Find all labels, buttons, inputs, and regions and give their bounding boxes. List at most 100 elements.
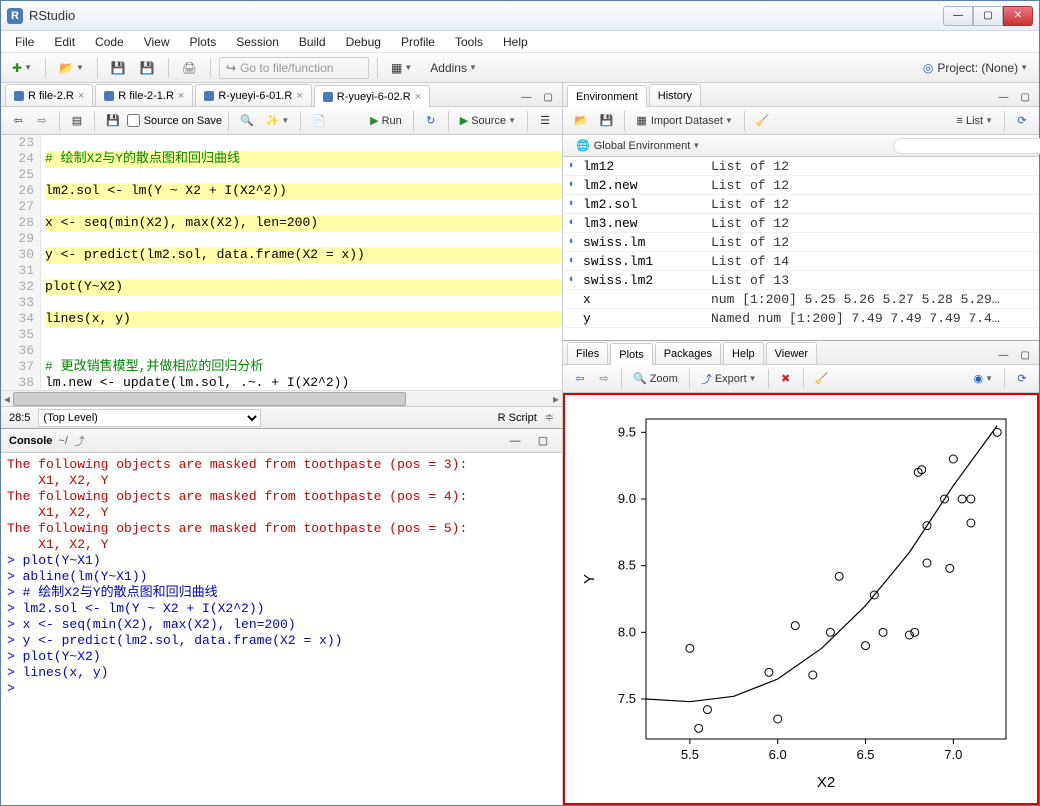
menu-build[interactable]: Build — [289, 33, 336, 51]
project-menu[interactable]: ◎ Project: (None) ▼ — [918, 57, 1033, 79]
env-row[interactable]: ◐ swiss.lm1 List of 14 — [563, 252, 1039, 271]
close-button[interactable]: ✕ — [1003, 6, 1033, 26]
new-file-button[interactable]: ✚▼ — [7, 57, 37, 79]
save-workspace-button[interactable]: 💾 — [595, 110, 619, 132]
env-search-input[interactable] — [893, 138, 1040, 154]
back-button[interactable]: ⇦ — [7, 110, 29, 132]
source-tab-1[interactable]: R file-2-1.R× — [95, 84, 193, 106]
language-mode[interactable]: R Script — [498, 412, 537, 424]
maximize-pane-button[interactable]: ▢ — [539, 88, 558, 106]
tab-files[interactable]: Files — [567, 342, 608, 364]
menu-code[interactable]: Code — [85, 33, 134, 51]
rerun-button[interactable]: ↻ — [420, 110, 442, 132]
horizontal-scrollbar[interactable]: ◂ ▸ — [1, 390, 562, 406]
menu-help[interactable]: Help — [493, 33, 538, 51]
scope-selector[interactable]: (Top Level) — [38, 409, 261, 427]
goto-file-button[interactable]: ↪ Go to file/function — [219, 57, 369, 79]
clear-workspace-button[interactable]: 🧹 — [751, 110, 775, 132]
close-icon[interactable]: × — [296, 90, 302, 102]
run-button[interactable]: ▶Run — [365, 110, 407, 132]
grid-button[interactable]: ▦▼ — [386, 57, 417, 79]
tab-viewer[interactable]: Viewer — [766, 342, 817, 364]
menu-edit[interactable]: Edit — [44, 33, 85, 51]
env-row[interactable]: x num [1:200] 5.25 5.26 5.27 5.28 5.29… — [563, 290, 1039, 309]
load-workspace-button[interactable]: 📂 — [569, 110, 593, 132]
minimize-pane-button[interactable]: — — [517, 88, 537, 106]
expand-icon[interactable]: ◐ — [563, 255, 581, 267]
tab-environment[interactable]: Environment — [567, 85, 647, 107]
addins-button[interactable]: Addins▼ — [421, 57, 486, 79]
expand-icon[interactable]: ◐ — [563, 160, 581, 172]
open-file-button[interactable]: 📂▼ — [54, 57, 89, 79]
compile-report-button[interactable]: 📄 — [307, 110, 331, 132]
minimize-pane-button[interactable]: — — [504, 430, 526, 452]
save-button[interactable]: 💾 — [101, 110, 125, 132]
find-button[interactable]: 🔍 — [235, 110, 259, 132]
wand-button[interactable]: ✨▼ — [261, 110, 295, 132]
maximize-pane-button[interactable]: ▢ — [1016, 346, 1035, 364]
clear-all-button[interactable]: 🧹 — [810, 368, 834, 390]
minimize-button[interactable]: — — [943, 6, 973, 26]
env-scope-button[interactable]: 🌐 Global Environment▼ — [569, 135, 707, 157]
menu-debug[interactable]: Debug — [336, 33, 391, 51]
view-mode-button[interactable]: ≡List▼ — [952, 110, 998, 132]
env-row[interactable]: ◐ swiss.lm List of 12 — [563, 233, 1039, 252]
publish-button[interactable]: ◉▼ — [968, 368, 998, 390]
save-all-button[interactable]: 💾 — [135, 57, 160, 79]
expand-icon[interactable]: ◐ — [563, 274, 581, 286]
refresh-plot-button[interactable]: ⟳ — [1011, 368, 1033, 390]
source-button[interactable]: ▶Source▼ — [455, 110, 521, 132]
next-plot-button[interactable]: ⇨ — [593, 368, 615, 390]
menu-tools[interactable]: Tools — [445, 33, 493, 51]
menu-session[interactable]: Session — [226, 33, 289, 51]
minimize-pane-button[interactable]: — — [994, 346, 1014, 364]
tab-packages[interactable]: Packages — [655, 342, 721, 364]
maximize-pane-button[interactable]: ▢ — [532, 430, 554, 452]
close-icon[interactable]: × — [415, 91, 421, 103]
expand-icon[interactable]: ◐ — [563, 198, 581, 210]
env-row[interactable]: ◐ lm2.sol List of 12 — [563, 195, 1039, 214]
console-pane: Console ~/ ⤴ — ▢ The following objects a… — [1, 429, 562, 805]
source-tab-3[interactable]: R-yueyi-6-02.R× — [314, 85, 430, 107]
outline-toggle-button[interactable]: ☰ — [534, 110, 556, 132]
remove-plot-button[interactable]: ✖ — [775, 368, 797, 390]
save-button[interactable]: 💾 — [106, 57, 131, 79]
code-editor[interactable]: 23242526272829303132333435363738394041 #… — [1, 135, 562, 390]
import-dataset-button[interactable]: ▦Import Dataset▼ — [631, 110, 737, 132]
close-icon[interactable]: × — [178, 90, 184, 102]
code-lines[interactable]: # 绘制X2与Y的散点图和回归曲线 lm2.sol <- lm(Y ~ X2 +… — [41, 135, 562, 390]
close-icon[interactable]: × — [78, 90, 84, 102]
refresh-button[interactable]: ⟳ — [1011, 110, 1033, 132]
tab-help[interactable]: Help — [723, 342, 764, 364]
print-button[interactable]: 🖨 — [177, 57, 202, 79]
menu-plots[interactable]: Plots — [180, 33, 227, 51]
env-object-list[interactable]: ◐ lm12 List of 12 ◐ lm2.new List of 12 ◐… — [563, 157, 1039, 340]
forward-button[interactable]: ⇨ — [31, 110, 53, 132]
tab-plots[interactable]: Plots — [610, 343, 652, 365]
show-in-new-window-button[interactable]: ▤ — [66, 110, 88, 132]
minimize-pane-button[interactable]: — — [994, 88, 1014, 106]
expand-icon[interactable]: ◐ — [563, 236, 581, 248]
svg-text:8.0: 8.0 — [618, 624, 636, 639]
env-row[interactable]: ◐ lm3.new List of 12 — [563, 214, 1039, 233]
tab-history[interactable]: History — [649, 84, 701, 106]
source-on-save-checkbox[interactable]: Source on Save — [127, 114, 222, 127]
expand-icon[interactable]: ◐ — [563, 217, 581, 229]
menu-profile[interactable]: Profile — [391, 33, 445, 51]
maximize-pane-button[interactable]: ▢ — [1016, 88, 1035, 106]
expand-icon[interactable]: ◐ — [563, 179, 581, 191]
env-row[interactable]: ◐ lm12 List of 12 — [563, 157, 1039, 176]
env-row[interactable]: y Named num [1:200] 7.49 7.49 7.49 7.4… — [563, 309, 1039, 328]
menu-file[interactable]: File — [5, 33, 44, 51]
prev-plot-button[interactable]: ⇦ — [569, 368, 591, 390]
env-row[interactable]: ◐ swiss.lm2 List of 13 — [563, 271, 1039, 290]
source-tab-0[interactable]: R file-2.R× — [5, 84, 93, 106]
maximize-button[interactable]: ▢ — [973, 6, 1003, 26]
menu-view[interactable]: View — [134, 33, 180, 51]
wd-popout-icon[interactable]: ⤴ — [74, 433, 85, 449]
source-tab-2[interactable]: R-yueyi-6-01.R× — [195, 84, 311, 106]
zoom-button[interactable]: 🔍Zoom — [628, 368, 683, 390]
export-button[interactable]: ⤴Export▼ — [696, 368, 762, 390]
env-row[interactable]: ◐ lm2.new List of 12 — [563, 176, 1039, 195]
console-output[interactable]: The following objects are masked from to… — [1, 453, 562, 805]
